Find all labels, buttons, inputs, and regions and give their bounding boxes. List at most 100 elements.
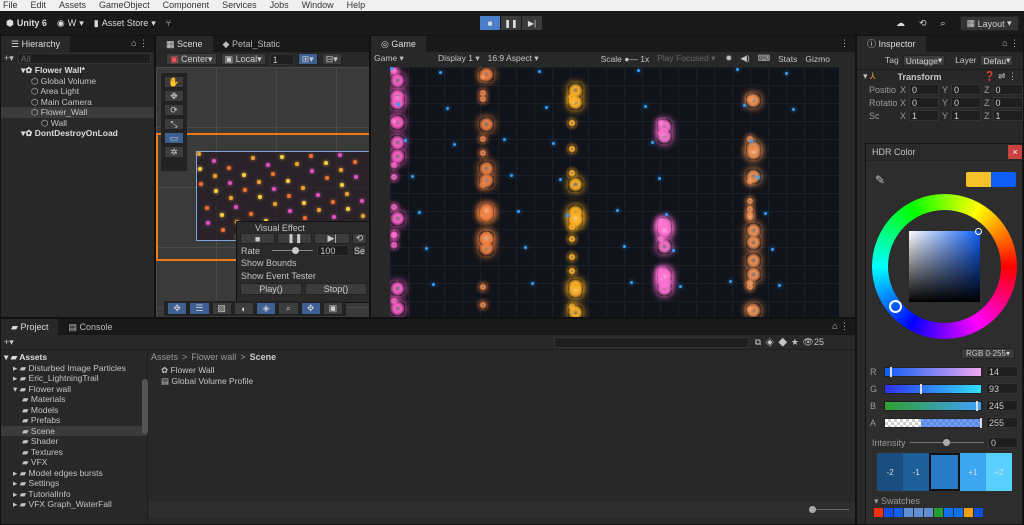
cloud-icon[interactable]: ☁ (896, 18, 905, 29)
hue-handle[interactable] (889, 300, 902, 313)
hierarchy-item[interactable]: ⬡ Flower_Wall (1, 107, 154, 118)
stop-event-button[interactable]: Stop() (305, 283, 367, 295)
intensity-stop[interactable]: -2 (877, 453, 904, 491)
channel-slider[interactable] (884, 417, 982, 428)
breadcrumb-item[interactable]: Scene (250, 352, 277, 362)
lock-icon[interactable]: ⌂ ⋮ (998, 38, 1023, 52)
color-swatch[interactable] (974, 508, 983, 517)
channel-value-field[interactable]: 14 (986, 366, 1018, 377)
search-icon[interactable]: ⌕ (941, 18, 946, 29)
help-icon[interactable]: ❓ ⇌ ⋮ (984, 71, 1017, 82)
menu-help[interactable]: Help (347, 0, 366, 11)
menu-window[interactable]: Window (302, 0, 334, 11)
tab-inspector[interactable]: ⓘ Inspector (857, 36, 926, 52)
set-button[interactable]: Se (352, 245, 366, 256)
breadcrumb-item[interactable]: Assets (151, 352, 178, 362)
tab-console[interactable]: ▤ Console (58, 319, 122, 335)
game-viewport[interactable] (390, 67, 839, 317)
scale-slider[interactable]: Scale ●— 1x (601, 54, 650, 64)
lock-icon[interactable]: ⌂ ⋮ (125, 38, 154, 52)
history-icon[interactable]: ⟲ (919, 18, 927, 29)
hand-tool-icon[interactable]: ✋ (164, 76, 184, 88)
channel-value-field[interactable]: 245 (986, 400, 1018, 411)
hierarchy-item[interactable]: ⬡ Global Volume (1, 76, 154, 87)
tag-dropdown[interactable]: Untagge ▾ (902, 55, 946, 66)
filter-icons[interactable]: ⧉◈◆★ (755, 337, 803, 348)
move-tool-icon[interactable]: ✥ (164, 90, 184, 102)
hierarchy-item[interactable]: ⬡ Main Camera (1, 97, 154, 108)
folder-item[interactable]: ▸ ▰ Model edges bursts (1, 468, 147, 479)
display-dropdown[interactable]: Display 1 ▾ (438, 53, 480, 64)
breadcrumb-item[interactable]: Flower wall (191, 352, 236, 362)
transform-z-field[interactable]: 0 (992, 97, 1023, 108)
folder-item[interactable]: ▾ ▰ Assets (1, 352, 147, 363)
folder-item[interactable]: ▰ Prefabs (1, 415, 147, 426)
color-swatch[interactable] (894, 508, 903, 517)
grid-size-field[interactable]: 1 (269, 53, 294, 65)
rate-slider[interactable] (272, 247, 314, 254)
more-icon[interactable]: ⋮ (834, 38, 855, 52)
lock-icon[interactable]: ⌂ ⋮ (826, 321, 855, 335)
channel-slider[interactable] (884, 400, 982, 411)
folder-item[interactable]: ▰ Shader (1, 436, 147, 447)
hierarchy-item[interactable]: ⬡ Area Light (1, 86, 154, 97)
play-event-button[interactable]: Play() (240, 283, 302, 295)
hierarchy-item[interactable]: ⬡ Wall (1, 118, 154, 129)
intensity-stop[interactable] (929, 453, 960, 491)
transform-y-field[interactable]: 0 (951, 84, 982, 95)
hue-ring[interactable] (872, 194, 1017, 339)
channel-slider[interactable] (884, 383, 982, 394)
step-button[interactable]: ▶| (314, 233, 350, 244)
pause-button[interactable]: ❚❚ (277, 233, 313, 244)
menu-jobs[interactable]: Jobs (270, 0, 289, 11)
folder-item[interactable]: ▸ ▰ TutorialInfo (1, 489, 147, 500)
bug-icon[interactable]: ✹ (725, 53, 732, 64)
menu-edit[interactable]: Edit (31, 0, 47, 11)
intensity-stop[interactable]: +2 (985, 453, 1013, 491)
stop-button[interactable]: ■ (240, 233, 276, 244)
align-icon[interactable]: ☰ (189, 302, 210, 315)
layers-icon[interactable]: ◈ (256, 302, 277, 315)
game-mode-dropdown[interactable]: Game ▾ (374, 53, 430, 64)
color-swatch[interactable] (944, 508, 953, 517)
channel-value-field[interactable]: 255 (986, 417, 1018, 428)
stats-button[interactable]: Stats (778, 54, 797, 64)
hierarchy-search[interactable]: All (17, 53, 151, 64)
show-event-tester-toggle[interactable]: Show Event Tester (237, 270, 369, 283)
folder-item[interactable]: ▰ Textures (1, 447, 147, 458)
color-swatch[interactable] (874, 508, 883, 517)
transform-z-field[interactable]: 0 (992, 84, 1023, 95)
slider-thumb[interactable] (976, 400, 979, 411)
color-swatch[interactable] (884, 508, 893, 517)
menu-gameobject[interactable]: GameObject (99, 0, 150, 11)
camera-icon[interactable]: ▣ (322, 302, 343, 315)
color-mode-dropdown[interactable]: RGB 0-255 ▾ (961, 348, 1015, 359)
shading-icon[interactable]: ▨ (211, 302, 232, 315)
transform-tool-icon[interactable]: ✲ (164, 146, 184, 158)
grid-snap-button[interactable]: ⊞▾ (297, 53, 318, 65)
slider-thumb[interactable] (919, 383, 922, 394)
tab-project[interactable]: ▰ Project (1, 319, 59, 335)
color-swatch[interactable] (934, 508, 943, 517)
asset-item[interactable]: ✿ Flower Wall (161, 365, 253, 376)
menu-services[interactable]: Services (222, 0, 257, 11)
color-swatch[interactable] (914, 508, 923, 517)
asset-store-dropdown[interactable]: ▮ Asset Store ▾ (94, 18, 156, 29)
pivot-dropdown[interactable]: ▣ Center ▾ (166, 53, 217, 65)
menu-file[interactable]: File (3, 0, 18, 11)
folder-item[interactable]: ▰ VFX (1, 457, 147, 468)
color-swatch[interactable] (964, 508, 973, 517)
color-swatch[interactable] (954, 508, 963, 517)
slider-thumb[interactable] (980, 417, 982, 428)
snap-settings-button[interactable]: ⊟▾ (321, 53, 342, 65)
rate-field[interactable]: 100 (317, 245, 349, 256)
swatches-header[interactable]: ▾ Swatches (874, 496, 920, 507)
icon-size-slider[interactable] (809, 506, 849, 513)
restart-button[interactable]: ⟲ (351, 233, 367, 244)
layout-dropdown[interactable]: ▦ Layout ▾ (959, 16, 1019, 31)
scale-tool-icon[interactable]: ⤡ (164, 118, 184, 130)
hierarchy-item[interactable]: ▾✿ DontDestroyOnLoad (1, 128, 154, 139)
channel-slider[interactable] (884, 366, 982, 377)
intensity-slider[interactable] (909, 439, 984, 446)
step-button[interactable]: ▶| (522, 16, 542, 30)
